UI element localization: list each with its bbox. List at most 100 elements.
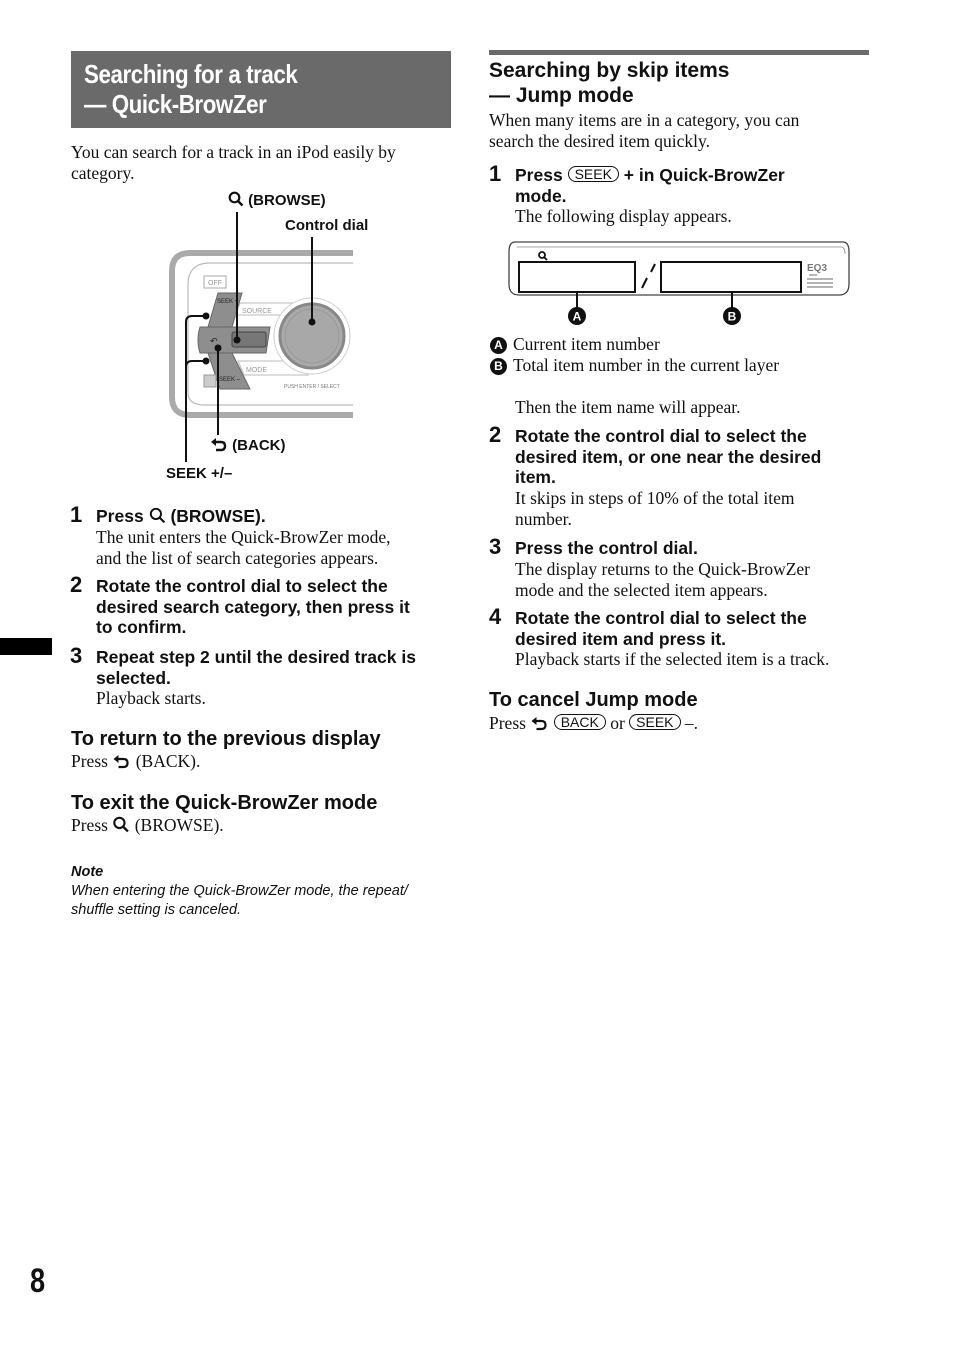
seek-plus-callout-dot bbox=[202, 312, 210, 320]
cancel-section-heading: To cancel Jump mode bbox=[489, 689, 698, 711]
step-heading-line: to confirm. bbox=[96, 617, 187, 637]
push-enter-label: PUSH ENTER / SELECT bbox=[284, 384, 340, 390]
legend-item: B Total item number in the current layer bbox=[490, 355, 779, 376]
step-heading-text: (BROWSE). bbox=[170, 506, 266, 526]
jump-intro: When many items are in a category, you c… bbox=[489, 110, 799, 152]
legend-text: Total item number in the current layer bbox=[513, 355, 780, 375]
step-heading-line: Rotate the control dial to select the bbox=[515, 608, 807, 628]
step-heading-text: + in Quick-BrowZer bbox=[623, 165, 785, 185]
legend-text: Current item number bbox=[513, 334, 660, 354]
section-title-line2: — Quick-BrowZer bbox=[84, 89, 267, 119]
step-body-line: Playback starts if the selected item is … bbox=[515, 649, 830, 669]
browse-label-text: (BROWSE) bbox=[248, 192, 326, 209]
step-heading-line: selected. bbox=[96, 667, 171, 688]
browse-figure-label: (BROWSE) bbox=[228, 191, 326, 209]
step-body-line: mode and the selected item appears. bbox=[515, 579, 768, 600]
step-number: 1 bbox=[70, 502, 83, 527]
step-number: 2 bbox=[70, 572, 83, 597]
cancel-section-body: Press BACK or SEEK –. bbox=[489, 713, 698, 734]
step-number: 1 bbox=[489, 161, 502, 186]
total-item-field bbox=[660, 261, 802, 293]
seek-key-badge: SEEK bbox=[567, 166, 619, 182]
dial-callout-dot bbox=[308, 318, 316, 326]
step-heading-text: Press bbox=[515, 165, 563, 185]
seek-minus-label: SEEK – bbox=[219, 377, 241, 383]
exit-section-heading: To exit the Quick-BrowZer mode bbox=[71, 792, 378, 814]
step-2: Rotate the control dial to select the de… bbox=[96, 576, 456, 638]
exit-section-body: Press (BROWSE). bbox=[71, 815, 224, 836]
source-label: SOURCE bbox=[242, 308, 272, 315]
section-rule bbox=[489, 50, 869, 55]
legend-item: A Current item number bbox=[490, 334, 779, 355]
display-illustration: EQ3 A B bbox=[508, 241, 850, 325]
step-heading: Press SEEK + in Quick-BrowZer bbox=[515, 165, 875, 186]
step-body-line: Playback starts. bbox=[96, 688, 206, 708]
back-figure-label: (BACK) bbox=[210, 437, 286, 454]
jump-step-4: Rotate the control dial to select the de… bbox=[515, 608, 875, 670]
note-block: Note When entering the Quick-BrowZer mod… bbox=[71, 863, 451, 920]
seek-plus-label: SEEK + bbox=[217, 299, 239, 305]
jump-step-2: Rotate the control dial to select the de… bbox=[515, 426, 875, 530]
step-heading-line: Rotate the control dial to select the bbox=[96, 576, 388, 596]
step-body-line: The unit enters the Quick-BrowZer mode, bbox=[96, 526, 391, 547]
off-label: OFF bbox=[208, 280, 222, 287]
eq-indicator: EQ3 bbox=[807, 263, 827, 274]
control-dial-figure-label: Control dial bbox=[285, 217, 369, 234]
browse-callout-dot bbox=[233, 336, 241, 344]
step-body-line: number. bbox=[515, 508, 572, 529]
step-number: 4 bbox=[489, 604, 502, 629]
seek-minus-callout-dot bbox=[202, 357, 210, 365]
figure-crop-mask bbox=[353, 245, 463, 425]
step-number: 3 bbox=[489, 534, 502, 559]
seek-figure-label: SEEK +/– bbox=[166, 465, 233, 482]
step-heading-line: Repeat step 2 until the desired track is bbox=[96, 647, 416, 667]
press-text: Press bbox=[71, 751, 108, 771]
after-legend-text: Then the item name will appear. bbox=[515, 397, 741, 417]
step-heading: Press (BROWSE). bbox=[96, 506, 456, 527]
display-figure: EQ3 A B bbox=[505, 238, 855, 330]
page-number: 8 bbox=[30, 1262, 46, 1300]
step-number: 3 bbox=[70, 643, 83, 668]
section-tab-marker bbox=[0, 638, 52, 655]
action-text: (BACK). bbox=[135, 751, 201, 771]
step-heading-line: Rotate the control dial to select the bbox=[515, 426, 807, 446]
search-icon bbox=[113, 816, 130, 833]
intro-line: search the desired item quickly. bbox=[489, 131, 710, 151]
section-title-banner: Searching for a track — Quick-BrowZer bbox=[71, 51, 451, 128]
back-icon bbox=[531, 717, 547, 731]
step-body-line: The following display appears. bbox=[515, 206, 732, 226]
heading-line: Searching by skip items bbox=[489, 59, 730, 82]
return-section-body: Press (BACK). bbox=[71, 751, 200, 772]
jump-mode-heading: Searching by skip items — Jump mode bbox=[489, 58, 729, 108]
eject-button bbox=[203, 374, 217, 388]
or-text: or bbox=[610, 713, 625, 733]
step-heading-line: desired item, or one near the desired bbox=[515, 446, 822, 467]
back-icon bbox=[211, 438, 227, 452]
note-label: Note bbox=[71, 864, 104, 880]
jump-step-1: Press SEEK + in Quick-BrowZer mode. The … bbox=[515, 165, 875, 227]
step-heading-line: item. bbox=[515, 467, 556, 487]
step-1: Press (BROWSE). The unit enters the Quic… bbox=[96, 506, 456, 569]
head-unit-figure: OFF SEEK + ↶ SEEK – SOURCE MODE PUSH ENT… bbox=[160, 185, 463, 495]
back-key-badge: BACK bbox=[553, 714, 606, 730]
press-text: Press bbox=[71, 815, 108, 835]
action-text: (BROWSE). bbox=[134, 815, 224, 835]
callout-a-label: A bbox=[573, 310, 582, 324]
display-legend: A Current item number B Total item number … bbox=[490, 334, 779, 376]
intro-line: When many items are in a category, you c… bbox=[489, 110, 800, 130]
heading-line: — Jump mode bbox=[489, 84, 634, 107]
note-line: shuffle setting is canceled. bbox=[71, 902, 242, 918]
suffix-text: –. bbox=[684, 713, 699, 733]
mode-label: MODE bbox=[246, 367, 267, 374]
note-line: When entering the Quick-BrowZer mode, th… bbox=[71, 883, 408, 899]
seek-key-badge: SEEK bbox=[629, 714, 681, 730]
callout-b-label: B bbox=[728, 310, 737, 324]
step-3: Repeat step 2 until the desired track is… bbox=[96, 647, 456, 709]
legend-marker: A bbox=[490, 337, 507, 354]
current-item-field bbox=[518, 261, 636, 293]
legend-marker: B bbox=[490, 358, 507, 375]
step-body-line: The display returns to the Quick-BrowZer bbox=[515, 558, 810, 579]
intro-line: You can search for a track in an iPod ea… bbox=[71, 142, 396, 162]
step-heading-line: Press the control dial. bbox=[515, 538, 698, 558]
intro-paragraph: You can search for a track in an iPod ea… bbox=[71, 142, 396, 184]
